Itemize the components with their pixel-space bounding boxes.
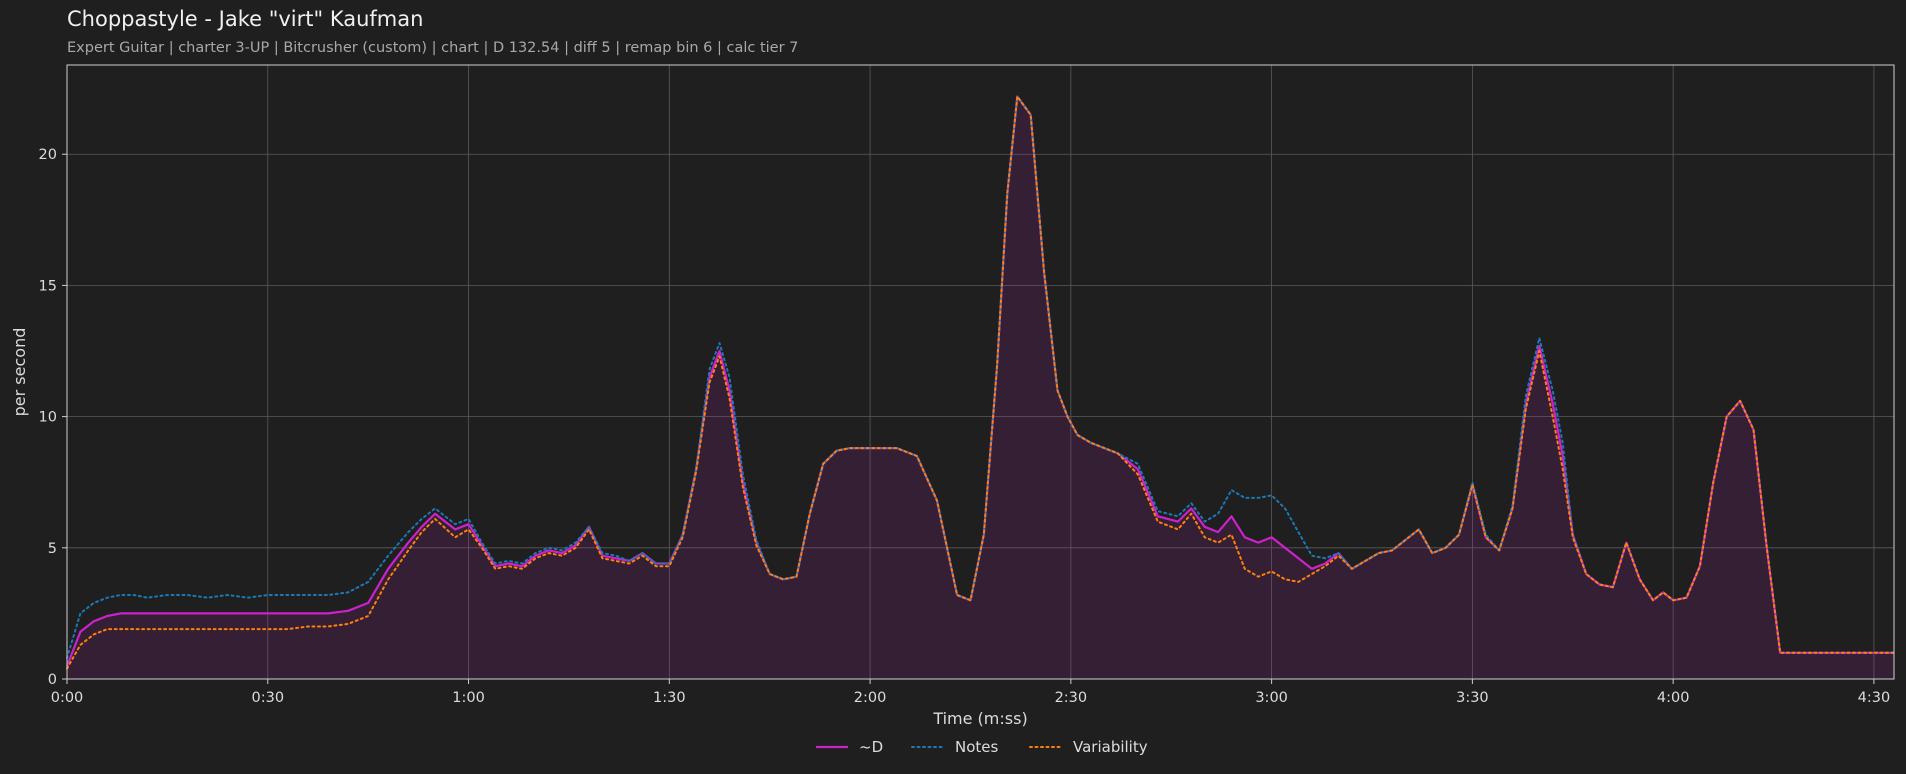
legend: ~D Notes Variability bbox=[816, 738, 1148, 756]
x-tick-label: 1:00 bbox=[452, 690, 485, 706]
y-tick-label: 20 bbox=[39, 147, 57, 163]
y-tick-label: 15 bbox=[39, 278, 57, 294]
legend-label-2: Variability bbox=[1073, 738, 1148, 756]
y-axis-label: per second bbox=[10, 328, 29, 417]
x-tick-label: 2:00 bbox=[854, 690, 887, 706]
x-tick-label: 4:30 bbox=[1858, 690, 1891, 706]
legend-label-0: ~D bbox=[859, 738, 883, 756]
y-tick-label: 0 bbox=[48, 672, 57, 688]
x-tick-label: 2:30 bbox=[1055, 690, 1088, 706]
x-tick-label: 3:30 bbox=[1456, 690, 1489, 706]
x-tick-label: 0:30 bbox=[251, 690, 284, 706]
y-tick-label: 10 bbox=[39, 410, 57, 426]
y-tick-label: 5 bbox=[48, 541, 57, 557]
chart-figure: Choppastyle - Jake "virt" Kaufman Expert… bbox=[0, 0, 1906, 774]
x-tick-labels: 0:00 0:30 1:00 1:30 2:00 2:30 3:00 3:30 4:00 4:30 bbox=[51, 690, 1890, 706]
x-tick-label: 3:00 bbox=[1255, 690, 1288, 706]
x-axis-label: Time (m:ss) bbox=[932, 709, 1027, 728]
x-tick-label: 1:30 bbox=[653, 690, 686, 706]
series-fill-0 bbox=[67, 96, 1894, 679]
chart-plot: 0:00 0:30 1:00 1:30 2:00 2:30 3:00 3:30 4:00 4:30… bbox=[10, 64, 1895, 756]
x-tick-label: 4:00 bbox=[1657, 690, 1690, 706]
x-tick-label: 0:00 bbox=[51, 690, 84, 706]
y-tick-labels: 0 5 10 15 20 bbox=[39, 147, 57, 688]
fill-layer bbox=[67, 96, 1894, 679]
legend-label-1: Notes bbox=[955, 738, 999, 756]
